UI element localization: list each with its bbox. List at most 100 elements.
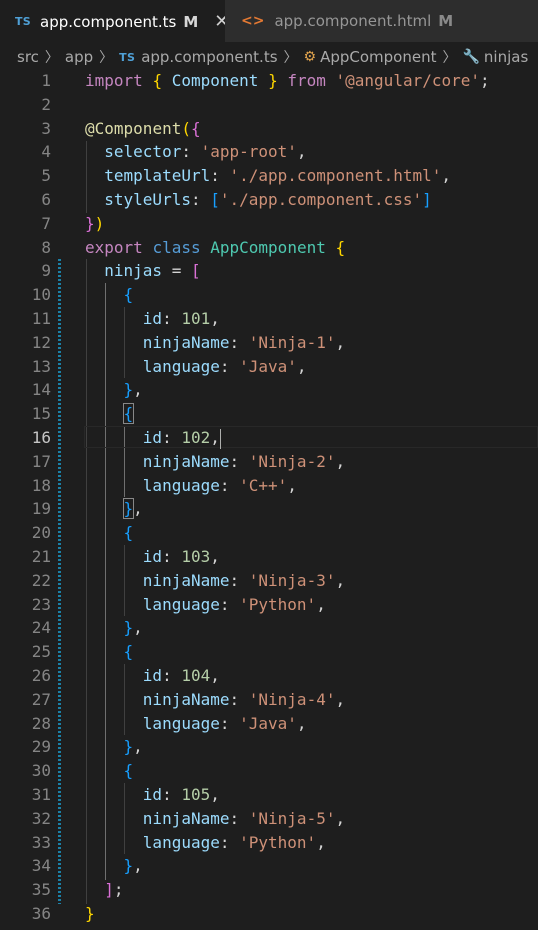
code-token: ; [113, 880, 124, 900]
code-token: styleUrls [104, 190, 191, 209]
code-token: , [296, 142, 307, 162]
line-number: 22 [31, 570, 51, 590]
code-line[interactable]: 31 id: 105, [0, 783, 538, 807]
code-line[interactable]: 15 { [0, 402, 538, 426]
html-file-icon: <> [241, 13, 265, 29]
code-token: 104 [181, 666, 211, 685]
code-line[interactable]: 23 language: 'Python', [0, 593, 538, 617]
code-line[interactable]: 24 }, [0, 616, 538, 640]
code-token: 105 [181, 785, 211, 804]
code-text: }, [85, 378, 143, 402]
code-token: , [335, 332, 346, 352]
code-line[interactable]: 10 { [0, 283, 538, 307]
code-line[interactable]: 20 { [0, 521, 538, 545]
breadcrumb-item-app[interactable]: app [65, 48, 93, 66]
code-line[interactable]: 14 }, [0, 378, 538, 402]
tab-app-component-ts[interactable]: TS app.component.ts M ✕ [0, 0, 229, 42]
code-line[interactable]: 30 { [0, 759, 538, 783]
code-token: : [219, 713, 240, 733]
code-line[interactable]: 33 language: 'Python', [0, 831, 538, 855]
code-line[interactable]: 26 id: 104, [0, 664, 538, 688]
code-token: 'Java' [239, 713, 297, 733]
breadcrumb-item-src[interactable]: src [17, 48, 39, 66]
code-line[interactable]: 16 id: 102, [0, 426, 538, 450]
code-line[interactable]: 28 language: 'Java', [0, 712, 538, 736]
code-text: id: 101, [85, 307, 220, 331]
code-line[interactable]: 21 id: 103, [0, 545, 538, 569]
code-line[interactable]: 36} [0, 902, 538, 926]
code-line[interactable]: 2 [0, 93, 538, 117]
code-text: }, [85, 735, 143, 759]
line-number: 11 [31, 309, 51, 328]
typescript-file-icon: TS [15, 15, 32, 28]
code-line[interactable]: 18 language: 'C++', [0, 474, 538, 498]
code-line[interactable]: 29 }, [0, 735, 538, 759]
line-number: 15 [31, 404, 51, 424]
line-number: 32 [31, 808, 51, 828]
code-line[interactable]: 19 }, [0, 497, 538, 521]
code-token: ninjas [104, 261, 163, 281]
code-line[interactable]: 7}) [0, 212, 538, 236]
code-token: : [229, 451, 249, 471]
code-text: id: 104, [85, 664, 220, 688]
code-line[interactable]: 34 }, [0, 854, 538, 878]
code-token: { [335, 237, 346, 257]
tab-label: app.component.html [274, 12, 432, 30]
code-line[interactable]: 17 ninjaName: 'Ninja-2', [0, 450, 538, 474]
code-token: 'Ninja-1' [248, 332, 336, 352]
code-line[interactable]: 25 { [0, 640, 538, 664]
code-line[interactable]: 13 language: 'Java', [0, 355, 538, 379]
breadcrumb-item-property[interactable]: ninjas [484, 48, 528, 66]
code-token: , [316, 594, 326, 614]
code-token: , [296, 356, 307, 376]
line-number: 23 [31, 594, 51, 614]
code-text: { [85, 759, 134, 783]
code-line[interactable]: 3 @Component({ [0, 117, 538, 141]
code-token: Component [171, 71, 259, 90]
breadcrumb-item-file[interactable]: app.component.ts [141, 48, 277, 66]
code-token: : [219, 356, 240, 376]
code-line[interactable]: 8 export class AppComponent { [0, 236, 538, 260]
breadcrumb-item-class[interactable]: AppComponent [320, 48, 436, 66]
tab-app-component-html[interactable]: <> app.component.html M [225, 0, 538, 42]
code-line[interactable]: 4 selector: 'app-root', [0, 140, 538, 164]
code-text: } [85, 902, 95, 926]
code-text: import { Component } from '@angular/core… [85, 69, 490, 93]
code-token: : [229, 689, 249, 709]
code-text: ninjaName: 'Ninja-5', [85, 807, 345, 831]
code-line[interactable]: 12 ninjaName: 'Ninja-1', [0, 331, 538, 355]
code-line[interactable]: 27 ninjaName: 'Ninja-4', [0, 688, 538, 712]
code-line[interactable]: 5 templateUrl: './app.component.html', [0, 164, 538, 188]
code-line[interactable]: 32 ninjaName: 'Ninja-5', [0, 807, 538, 831]
code-line[interactable]: 11 id: 101, [0, 307, 538, 331]
code-token: ; [480, 71, 490, 90]
code-token: './app.component.html' [229, 166, 442, 186]
line-number: 35 [31, 880, 51, 900]
code-line[interactable]: 9 ninjas = [ [0, 259, 538, 283]
code-token: language [142, 832, 220, 852]
code-token: : [229, 808, 249, 828]
code-text: { [85, 283, 134, 307]
code-line[interactable]: 22 ninjaName: 'Ninja-3', [0, 569, 538, 593]
code-line[interactable]: 1 import { Component } from '@angular/cor… [0, 69, 538, 93]
code-token: , [133, 618, 143, 638]
line-number: 27 [31, 689, 51, 709]
code-token: export [85, 237, 143, 257]
line-number: 16 [31, 428, 51, 447]
code-token: class [152, 237, 201, 257]
code-line[interactable]: 35 ]; [0, 878, 538, 902]
code-editor[interactable]: 1 import { Component } from '@angular/cor… [0, 69, 538, 930]
class-symbol-icon: ⚙ [303, 49, 317, 65]
code-line[interactable]: 6 styleUrls: ['./app.component.css'] [0, 188, 538, 212]
line-number: 12 [31, 332, 51, 352]
